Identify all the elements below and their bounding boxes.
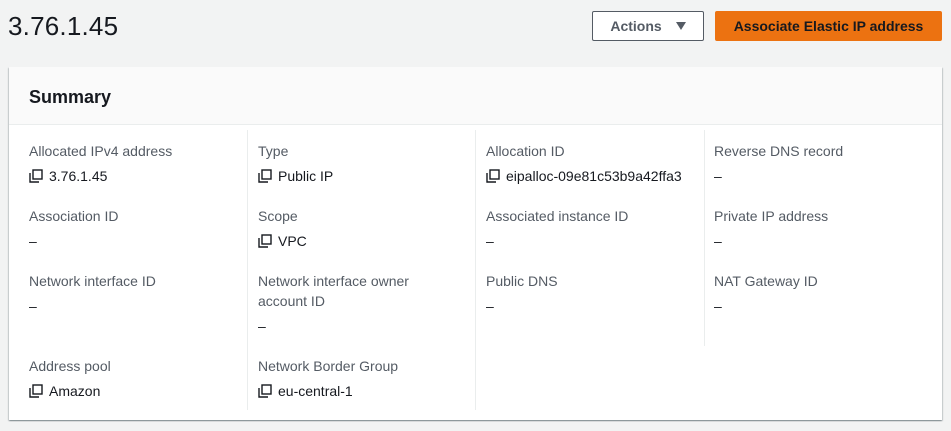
field-network-interface-owner: Network interface owner account ID –: [258, 271, 458, 336]
field-value: –: [714, 296, 924, 316]
field-value: –: [29, 296, 239, 316]
field-scope: Scope VPC: [258, 206, 468, 251]
copy-icon[interactable]: [486, 169, 500, 183]
field-label: Address pool: [29, 358, 111, 374]
field-label: Private IP address: [714, 208, 829, 224]
actions-button-label: Actions: [610, 18, 662, 34]
field-label: Allocation ID: [486, 143, 565, 159]
network-interface-id-value: –: [29, 298, 37, 314]
field-network-border-group: Network Border Group eu-central-1: [258, 356, 468, 401]
field-network-interface-id: Network interface ID –: [29, 271, 239, 316]
field-value: eipalloc-09e81c53b9a42ffa3: [486, 166, 696, 186]
field-value: Public IP: [258, 166, 468, 186]
type-value: Public IP: [278, 168, 334, 184]
scope-value: VPC: [278, 233, 307, 249]
page-header: 3.76.1.45 Actions Associate Elastic IP a…: [0, 0, 951, 52]
field-label: Type: [258, 143, 289, 159]
field-value: Amazon: [29, 381, 239, 401]
summary-title: Summary: [29, 87, 112, 107]
field-label: Association ID: [29, 208, 119, 224]
field-address-pool: Address pool Amazon: [29, 356, 239, 401]
field-nat-gateway-id: NAT Gateway ID –: [714, 271, 924, 316]
field-value: –: [486, 231, 696, 251]
field-label: Allocated IPv4 address: [29, 143, 173, 159]
field-label: NAT Gateway ID: [714, 273, 818, 289]
actions-button[interactable]: Actions: [592, 11, 704, 41]
field-associated-instance-id: Associated instance ID –: [486, 206, 696, 251]
nat-gateway-id-value: –: [714, 298, 722, 314]
address-pool-value: Amazon: [49, 383, 101, 399]
field-value: –: [714, 166, 924, 186]
association-id-value: –: [29, 233, 37, 249]
summary-panel-header: Summary: [9, 67, 942, 125]
field-label: Network interface owner account ID: [258, 273, 409, 309]
field-value: –: [258, 316, 458, 336]
field-label: Network Border Group: [258, 358, 399, 374]
field-value: 3.76.1.45: [29, 166, 239, 186]
field-value: eu-central-1: [258, 381, 468, 401]
field-value: –: [714, 231, 924, 251]
network-interface-owner-value: –: [258, 318, 266, 334]
public-dns-value: –: [486, 298, 494, 314]
field-value: –: [486, 296, 696, 316]
copy-icon[interactable]: [29, 384, 43, 398]
field-label: Public DNS: [486, 273, 558, 289]
field-private-ip: Private IP address –: [714, 206, 924, 251]
field-value: –: [29, 231, 239, 251]
field-label: Network interface ID: [29, 273, 156, 289]
column-divider: [247, 130, 248, 410]
associated-instance-id-value: –: [486, 233, 494, 249]
field-value: VPC: [258, 231, 468, 251]
field-allocation-id: Allocation ID eipalloc-09e81c53b9a42ffa3: [486, 141, 696, 186]
summary-panel: Summary Allocated IPv4 address 3.76.1.45…: [9, 67, 942, 420]
reverse-dns-value: –: [714, 168, 722, 184]
copy-icon[interactable]: [258, 169, 272, 183]
field-reverse-dns: Reverse DNS record –: [714, 141, 924, 186]
associate-elastic-ip-button[interactable]: Associate Elastic IP address: [715, 11, 942, 41]
copy-icon[interactable]: [258, 234, 272, 248]
field-allocated-ipv4: Allocated IPv4 address 3.76.1.45: [29, 141, 239, 186]
field-label: Reverse DNS record: [714, 143, 844, 159]
copy-icon[interactable]: [258, 384, 272, 398]
field-label: Associated instance ID: [486, 208, 629, 224]
field-label: Scope: [258, 208, 298, 224]
caret-down-icon: [675, 22, 686, 30]
allocated-ipv4-value: 3.76.1.45: [49, 168, 108, 184]
field-association-id: Association ID –: [29, 206, 239, 251]
network-border-group-value: eu-central-1: [278, 383, 353, 399]
page-title: 3.76.1.45: [8, 11, 119, 41]
allocation-id-value: eipalloc-09e81c53b9a42ffa3: [506, 168, 682, 184]
column-divider: [475, 130, 476, 410]
field-type: Type Public IP: [258, 141, 468, 186]
field-public-dns: Public DNS –: [486, 271, 696, 316]
private-ip-value: –: [714, 233, 722, 249]
associate-elastic-ip-button-label: Associate Elastic IP address: [733, 18, 924, 34]
copy-icon[interactable]: [29, 169, 43, 183]
column-divider: [704, 130, 705, 346]
